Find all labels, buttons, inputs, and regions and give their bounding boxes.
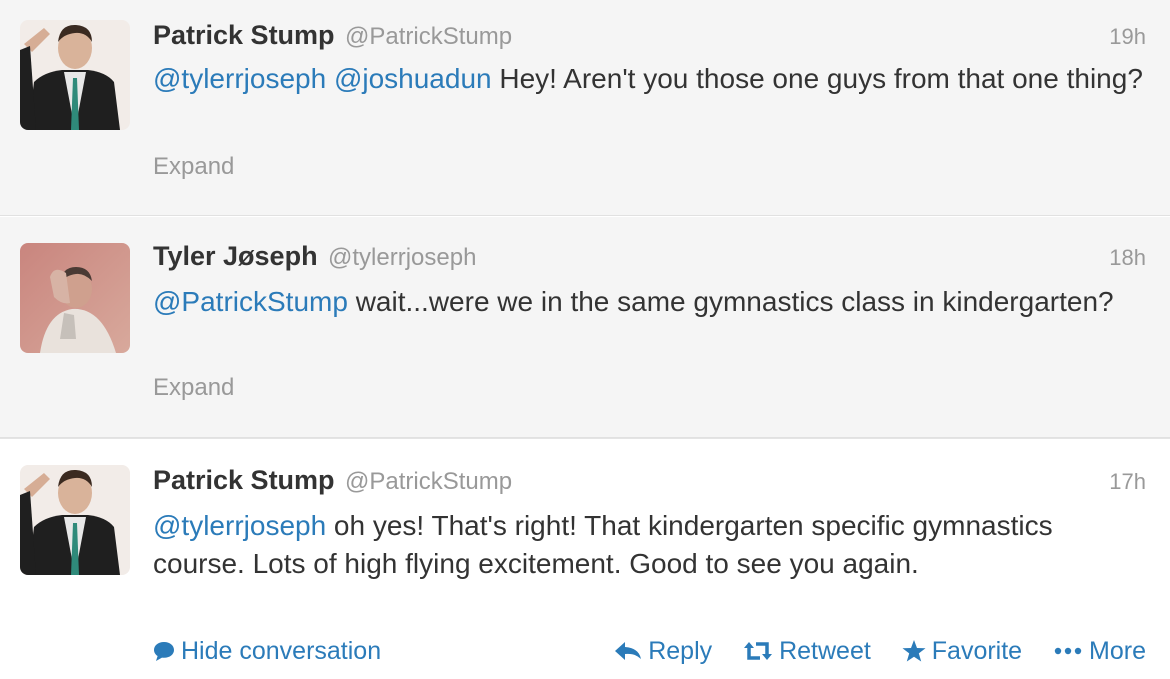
tweet-author-name[interactable]: Patrick Stump [153,465,335,495]
favorite-label: Favorite [931,637,1023,665]
mention-link[interactable]: @tylerrjoseph [153,510,326,541]
tweet-author-name[interactable]: Patrick Stump [153,20,335,50]
tweet-username[interactable]: @tylerrjoseph [328,244,476,271]
tweet-1[interactable]: Patrick Stump @PatrickStump 19h @tylerrj… [0,0,1170,216]
retweet-label: Retweet [779,637,871,665]
avatar[interactable] [20,20,130,130]
reply-arrow-icon [615,642,642,660]
retweet-button[interactable]: Retweet [743,637,871,666]
star-icon [902,640,926,662]
speech-bubble-icon [154,642,174,661]
retweet-icon [744,642,773,660]
tweet-text: @tylerrjoseph oh yes! That's right! That… [153,507,1143,583]
hide-conversation-button[interactable]: Hide conversation [153,637,381,666]
mention-link[interactable]: @tylerrjoseph [153,63,326,94]
tweet-timestamp[interactable]: 17h [1109,469,1146,495]
expand-link[interactable]: Expand [153,374,234,402]
tweet-timestamp[interactable]: 19h [1109,24,1146,50]
more-button[interactable]: More [1053,637,1146,666]
tweet-text: @tylerrjoseph @joshuadun Hey! Aren't you… [153,60,1143,98]
tweet-2[interactable]: Tyler Jøseph @tylerrjoseph 18h @PatrickS… [0,216,1170,438]
expand-link[interactable]: Expand [153,153,234,181]
reply-label: Reply [648,637,713,665]
tweet-text: @PatrickStump wait...were we in the same… [153,283,1143,321]
avatar[interactable] [20,243,130,353]
hide-conversation-label: Hide conversation [181,637,382,665]
more-label: More [1089,637,1146,665]
tweet-body: wait...were we in the same gymnastics cl… [347,286,1114,317]
tweet-3[interactable]: Patrick Stump @PatrickStump 17h @tylerrj… [0,438,1170,679]
tweet-username[interactable]: @PatrickStump [345,23,512,50]
action-buttons: Reply Retweet Favorite More [614,637,1146,666]
tweet-username[interactable]: @PatrickStump [345,468,512,495]
favorite-button[interactable]: Favorite [902,637,1022,666]
avatar[interactable] [20,465,130,575]
reply-button[interactable]: Reply [614,637,712,666]
tweet-timestamp[interactable]: 18h [1109,245,1146,271]
tweet-body: Hey! Aren't you those one guys from that… [491,63,1143,94]
mention-link[interactable]: @PatrickStump [153,286,348,317]
mention-link[interactable]: @joshuadun [334,63,492,94]
ellipsis-icon [1054,647,1082,655]
tweet-actions: Hide conversation Reply Retweet Favorite… [153,637,1146,671]
tweet-author-name[interactable]: Tyler Jøseph [153,241,318,271]
